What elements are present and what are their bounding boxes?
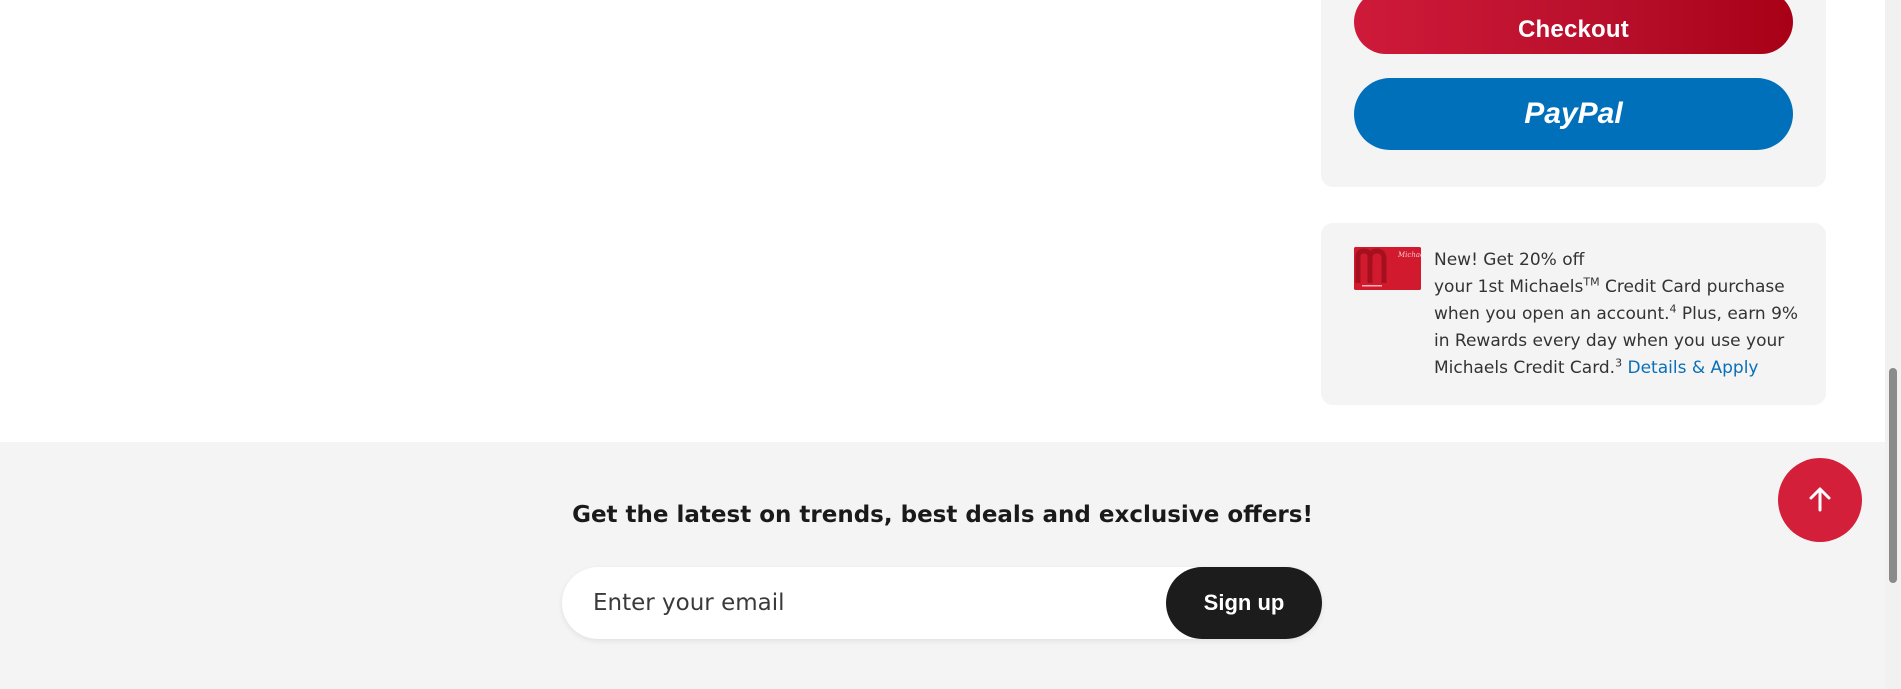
order-summary-panel: Checkout PayPal	[1321, 0, 1826, 187]
arrow-up-icon	[1805, 484, 1835, 517]
newsletter-section: Get the latest on trends, best deals and…	[0, 442, 1885, 689]
back-to-top-button[interactable]	[1778, 458, 1862, 542]
checkout-button[interactable]: Checkout	[1354, 0, 1793, 54]
credit-card-promo: Michaels New! Get 20% off your 1st Micha…	[1321, 223, 1826, 405]
michaels-credit-card-icon: Michaels	[1354, 247, 1421, 290]
cart-page: Checkout PayPal Michaels New! Get 20% of…	[0, 0, 1901, 689]
newsletter-form: Sign up	[562, 567, 1322, 639]
promo-text: New! Get 20% off your 1st MichaelsTM Cre…	[1434, 250, 1799, 378]
sign-up-button[interactable]: Sign up	[1166, 567, 1322, 639]
details-apply-link[interactable]: Details & Apply	[1627, 358, 1758, 378]
email-input[interactable]	[562, 567, 1162, 639]
scrollbar-thumb[interactable]	[1889, 368, 1897, 583]
paypal-button[interactable]: PayPal	[1354, 78, 1793, 150]
scrollbar[interactable]	[1885, 0, 1901, 689]
svg-text:Michaels: Michaels	[1397, 251, 1421, 259]
newsletter-heading: Get the latest on trends, best deals and…	[572, 502, 1313, 528]
